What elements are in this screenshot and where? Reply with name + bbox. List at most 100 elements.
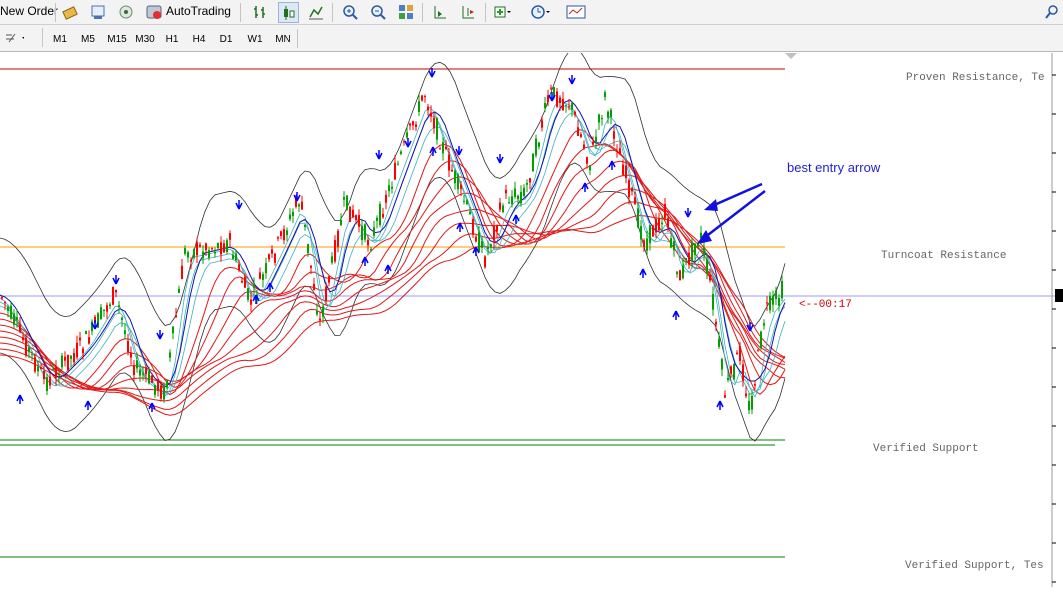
candle-body — [457, 174, 459, 190]
candle-body — [724, 395, 726, 398]
toolbar-separator — [297, 29, 298, 48]
buy-arrow-icon — [672, 310, 680, 320]
candle-body — [439, 148, 441, 150]
main-toolbar: New Order AutoTrading — [0, 0, 1063, 25]
candle-body — [655, 219, 657, 233]
candle-body — [748, 400, 750, 411]
tile-windows-icon[interactable] — [396, 2, 416, 22]
timeframe-m30[interactable]: M30 — [132, 30, 158, 48]
candle-body — [712, 294, 714, 310]
candle-body — [679, 270, 681, 281]
line-studies-icon[interactable] — [4, 28, 24, 48]
candle-body — [718, 338, 720, 347]
candle-body — [562, 99, 564, 111]
timeframe-w1[interactable]: W1 — [243, 30, 267, 48]
candle-body — [223, 243, 225, 253]
signals-icon[interactable] — [116, 2, 136, 22]
templates-icon[interactable] — [566, 2, 586, 22]
candlestick-chart-icon[interactable] — [278, 2, 299, 23]
candle-body — [208, 250, 210, 258]
sell-arrow-icon — [568, 75, 576, 85]
new-order-button[interactable]: New Order — [0, 4, 58, 18]
candle-body — [274, 253, 276, 263]
line-chart-icon[interactable] — [306, 2, 326, 22]
candle-body — [625, 165, 627, 179]
candle-body — [532, 153, 534, 172]
candle-body — [520, 191, 522, 204]
candle-body — [100, 307, 102, 320]
candle-body — [772, 296, 774, 305]
candle-body — [115, 289, 117, 293]
search-icon[interactable] — [1042, 2, 1062, 22]
candle-body — [355, 215, 357, 221]
candle-body — [466, 200, 468, 204]
timeframe-m5[interactable]: M5 — [76, 30, 100, 48]
candle-body — [505, 189, 507, 194]
autotrading-button[interactable]: AutoTrading — [166, 4, 231, 18]
autotrading-icon[interactable] — [144, 2, 164, 22]
timeframe-m1[interactable]: M1 — [48, 30, 72, 48]
chart-shift-icon[interactable] — [430, 2, 450, 22]
candle-body — [37, 366, 39, 372]
candle-body — [607, 111, 609, 118]
candle-body — [28, 347, 30, 353]
candle-body — [130, 352, 132, 358]
candle-body — [289, 214, 291, 220]
candle-body — [34, 357, 36, 372]
candle-body — [220, 242, 222, 255]
timeframe-m15[interactable]: M15 — [104, 30, 130, 48]
candle-body — [616, 150, 618, 152]
candle-body — [103, 309, 105, 311]
candle-body — [370, 248, 372, 251]
candle-body — [490, 244, 492, 247]
history-center-icon[interactable] — [88, 2, 108, 22]
candle-body — [166, 380, 168, 388]
price-chart[interactable]: Proven Resistance, Te Turncoat Resistanc… — [0, 47, 1063, 587]
candle-body — [325, 286, 327, 301]
candle-body — [124, 330, 126, 335]
periods-icon[interactable] — [530, 2, 550, 22]
candle-body — [670, 238, 672, 248]
buy-arrow-icon — [639, 268, 647, 278]
candle-body — [643, 240, 645, 248]
candle-body — [433, 117, 435, 129]
candle-body — [421, 95, 423, 101]
sell-arrow-icon — [684, 208, 692, 218]
proven-resistance-label: Proven Resistance, Te — [906, 72, 1045, 84]
candle-body — [481, 241, 483, 248]
cyan-moving-average — [0, 105, 786, 397]
candle-body — [259, 272, 261, 279]
candle-body — [568, 106, 570, 108]
candle-body — [715, 321, 717, 325]
candle-body — [73, 353, 75, 363]
timeframe-d1[interactable]: D1 — [215, 30, 237, 48]
red-moving-average — [0, 129, 786, 396]
candle-body — [214, 251, 216, 254]
market-watch-icon[interactable] — [60, 2, 80, 22]
candle-body — [304, 224, 306, 227]
indicators-icon[interactable] — [492, 2, 512, 22]
candle-body — [406, 132, 408, 138]
lower-band — [0, 162, 786, 442]
candle-body — [49, 376, 51, 386]
candle-body — [565, 104, 567, 106]
candle-body — [538, 142, 540, 147]
candle-body — [577, 127, 579, 136]
candle-body — [733, 364, 735, 380]
timeframe-mn[interactable]: MN — [271, 30, 295, 48]
auto-scroll-icon[interactable] — [458, 2, 478, 22]
candle-body — [637, 208, 639, 227]
toolbar-separator — [332, 3, 333, 22]
chart-shift-marker[interactable] — [785, 53, 797, 59]
chart-canvas[interactable]: Proven Resistance, Te Turncoat Resistanc… — [0, 47, 1063, 587]
bar-chart-icon[interactable] — [250, 2, 270, 22]
zoom-in-icon[interactable] — [340, 2, 360, 22]
candle-body — [472, 219, 474, 235]
candle-countdown: <--00:17 — [799, 299, 852, 311]
timeframe-h4[interactable]: H4 — [188, 30, 210, 48]
candle-body — [730, 366, 732, 374]
timeframe-h1[interactable]: H1 — [161, 30, 183, 48]
zoom-out-icon[interactable] — [368, 2, 388, 22]
current-price-marker — [1055, 289, 1063, 302]
candle-body — [676, 271, 678, 274]
